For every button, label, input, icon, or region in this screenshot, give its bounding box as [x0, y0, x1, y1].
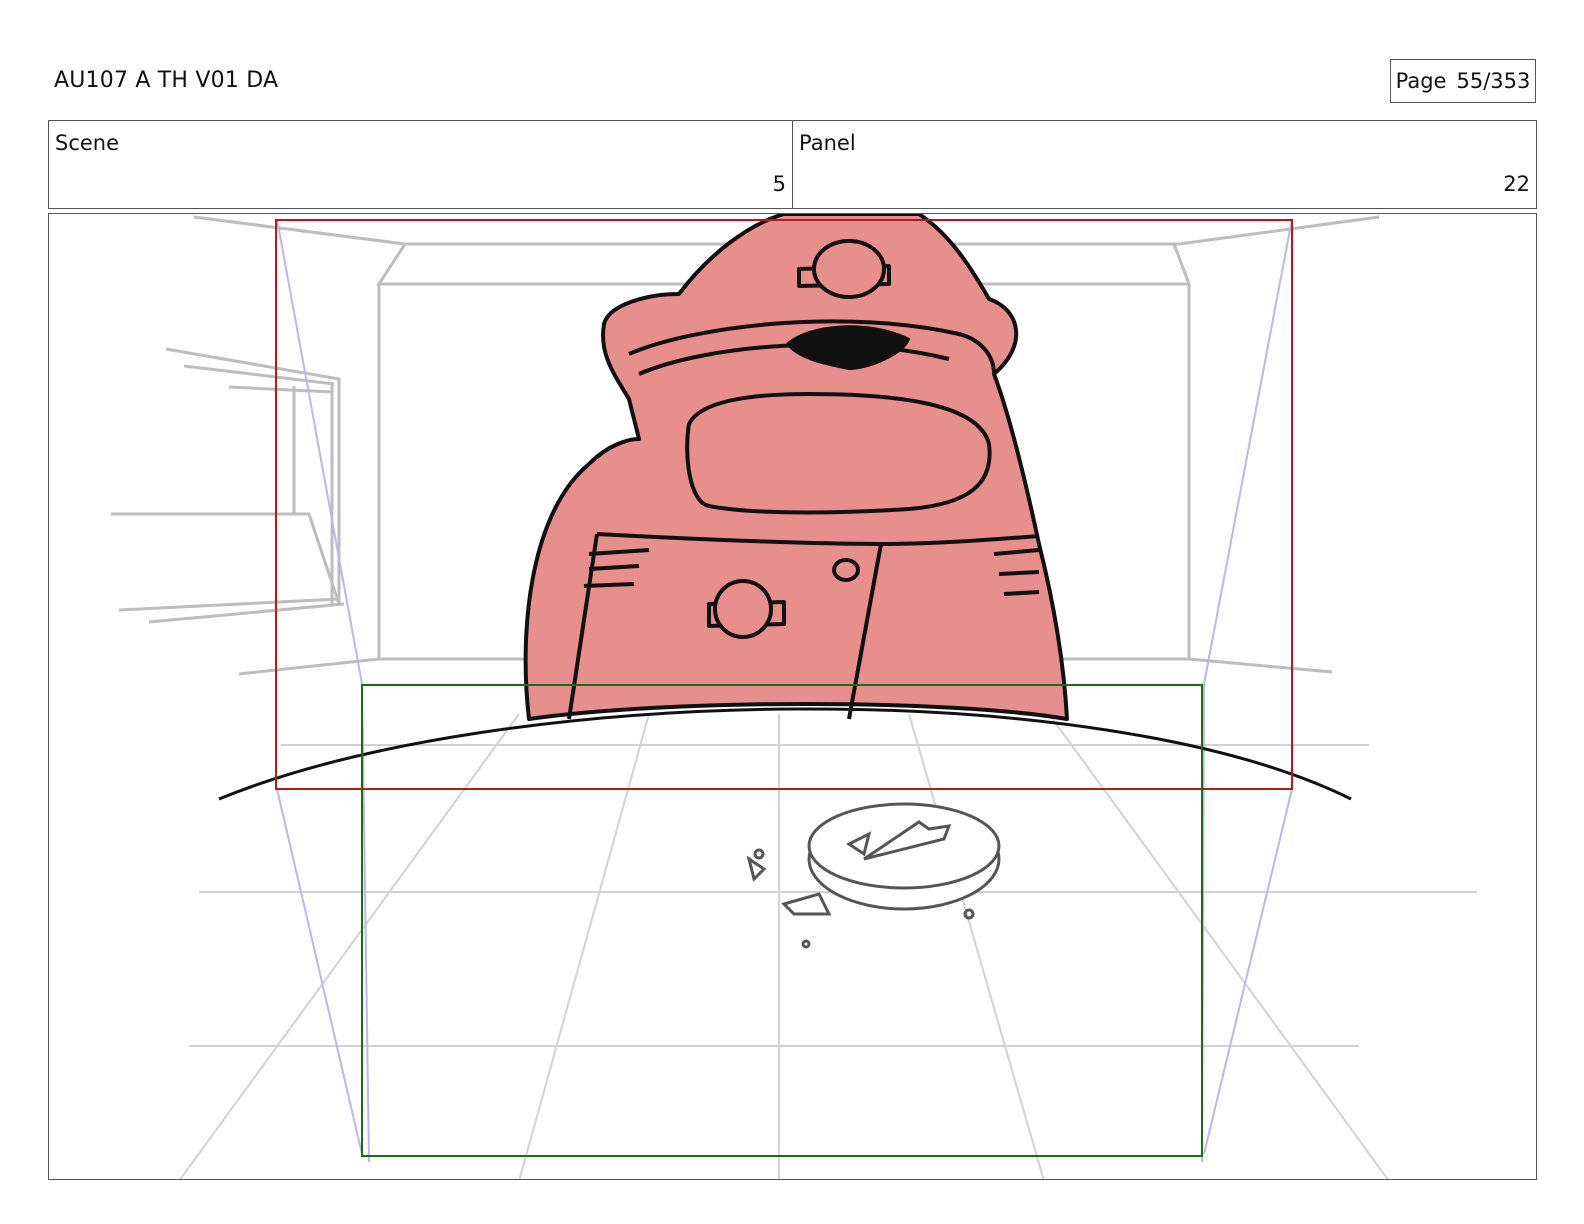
- character-body: [523, 214, 1069, 721]
- page-indicator: Page 55/353: [1390, 59, 1536, 103]
- scene-cell: Scene 5: [49, 121, 792, 208]
- scene-label: Scene: [55, 131, 120, 155]
- floor-horizon: [218, 707, 1352, 801]
- panel-number: 22: [1503, 172, 1530, 196]
- page-number: 55/353: [1456, 69, 1531, 93]
- floor-grid: [179, 713, 1477, 1179]
- storyboard-panel: [48, 213, 1537, 1180]
- panel-artwork: [111, 214, 1477, 1179]
- pizza-on-floor: [746, 802, 1001, 949]
- panel-cell: Panel 22: [792, 121, 1536, 208]
- panel-label: Panel: [799, 131, 856, 155]
- scene-number: 5: [772, 172, 786, 196]
- scene-panel-table: Scene 5 Panel 22: [48, 120, 1537, 209]
- page-label: Page: [1395, 69, 1447, 93]
- document-title: AU107 A TH V01 DA: [54, 68, 279, 93]
